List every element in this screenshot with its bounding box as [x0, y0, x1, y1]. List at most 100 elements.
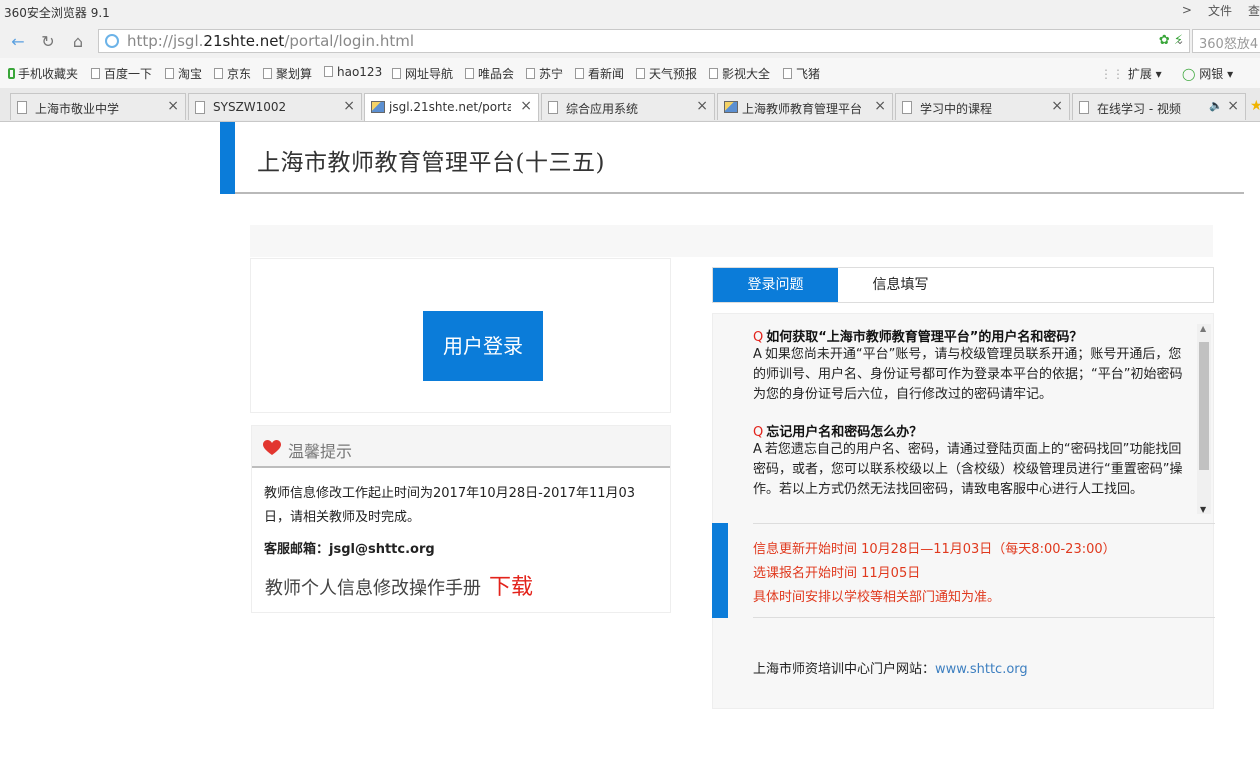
page-icon: [575, 68, 584, 79]
browser-tab[interactable]: 学习中的课程 ×: [895, 93, 1070, 120]
portal-link[interactable]: www.shttc.org: [935, 662, 1028, 677]
page-icon: [526, 68, 535, 79]
page-icon: [17, 101, 27, 114]
tips-title: 温馨提示: [288, 442, 353, 461]
page-icon: [214, 68, 223, 79]
page-title: 上海市教师教育管理平台(十三五): [257, 150, 605, 176]
menu-view[interactable]: 查: [1248, 2, 1260, 19]
page-icon: [783, 68, 792, 79]
bookmark-item[interactable]: 唯品会: [465, 65, 514, 82]
bookmark-item[interactable]: 看新闻: [575, 65, 624, 82]
page-icon: [392, 68, 401, 79]
bookmark-item[interactable]: 百度一下: [91, 65, 152, 82]
login-button[interactable]: 用户登录: [423, 311, 543, 381]
security-icon[interactable]: ✿: [1159, 33, 1170, 48]
faq-answer: A 若您遗忘自己的用户名、密码，请通过登陆页面上的“密码找回”功能找回密码，或者，…: [753, 442, 1183, 497]
tab-info-fill[interactable]: 信息填写: [838, 268, 963, 302]
image-icon: [724, 101, 738, 113]
address-url[interactable]: http://jsgl.21shte.net/portal/login.html: [127, 32, 414, 50]
close-icon[interactable]: ×: [696, 98, 708, 114]
browser-tab[interactable]: 上海教师教育管理平台 ×: [717, 93, 893, 120]
header-accent-bar: [220, 122, 235, 194]
download-link[interactable]: 下载: [489, 575, 533, 600]
manual-line: 教师个人信息修改操作手册 下载: [265, 569, 533, 601]
bookmark-item[interactable]: 淘宝: [165, 65, 202, 82]
home-icon[interactable]: ⌂: [66, 30, 90, 54]
page-icon: [1079, 101, 1089, 114]
page-icon: [548, 101, 558, 114]
browser-tab[interactable]: 上海市敬业中学 ×: [10, 93, 186, 120]
bookmark-item[interactable]: 聚划算: [263, 65, 312, 82]
notice-accent-bar: [712, 523, 728, 618]
faq-scrollbar[interactable]: ▲ ▼: [1197, 324, 1211, 514]
chevron-down-icon[interactable]: ⌄: [1170, 30, 1190, 52]
navigation-bar: ← ↻ ⌂ http://jsgl.21shte.net/portal/logi…: [0, 26, 1260, 58]
close-icon[interactable]: ×: [1227, 98, 1239, 114]
page-icon: [165, 68, 174, 79]
site-icon: [105, 34, 119, 48]
close-icon[interactable]: ×: [167, 98, 179, 114]
faq-list[interactable]: Q 如何获取“上海市教师教育管理平台”的用户名和密码？ A 如果您尚未开通“平台”账…: [753, 324, 1199, 518]
page-icon: [263, 68, 272, 79]
scroll-thumb[interactable]: [1199, 342, 1209, 470]
close-icon[interactable]: ×: [1051, 98, 1063, 114]
header-divider: [235, 192, 1244, 194]
bookmark-item[interactable]: 天气预报: [636, 65, 697, 82]
notice-line: 信息更新开始时间 10月28日—11月03日（每天8:00-23:00）: [753, 542, 1116, 557]
extend-button[interactable]: ⋮⋮ 扩展 ▾: [1100, 65, 1162, 82]
star-icon[interactable]: ★: [1250, 98, 1260, 114]
browser-tab[interactable]: SYSZW1002 ×: [188, 93, 362, 120]
tips-panel: 温馨提示 教师信息修改工作起止时间为2017年10月28日-2017年11月03…: [251, 425, 671, 613]
app-title: 360安全浏览器 9.1: [4, 6, 110, 20]
portal-line: 上海市师资培训中心门户网站：www.shttc.org: [753, 658, 1028, 677]
speaker-icon[interactable]: 🔈: [1209, 99, 1223, 112]
faq-tabbar: 登录问题 信息填写: [712, 267, 1214, 303]
chevron-right-icon[interactable]: >: [1182, 3, 1192, 17]
tab-login-questions[interactable]: 登录问题: [713, 268, 838, 302]
scroll-down-icon[interactable]: ▼: [1200, 505, 1206, 514]
reload-icon[interactable]: ↻: [36, 30, 60, 54]
bookmark-item[interactable]: 网址导航: [392, 65, 453, 82]
divider: [753, 523, 1215, 524]
shield-icon: ◯: [1182, 67, 1200, 81]
close-icon[interactable]: ×: [343, 98, 355, 114]
page-icon: [636, 68, 645, 79]
portal-label: 上海市师资培训中心门户网站：: [753, 662, 936, 677]
close-icon[interactable]: ×: [874, 98, 886, 114]
window-titlebar: 360安全浏览器 9.1 > 文件 查: [0, 0, 1260, 26]
bookmark-item[interactable]: 飞猪: [783, 65, 820, 82]
page-icon: [902, 101, 912, 114]
bookmark-item[interactable]: 苏宁: [526, 65, 563, 82]
menu-file[interactable]: 文件: [1208, 2, 1232, 19]
page-icon: [465, 68, 474, 79]
bank-button[interactable]: ◯ 网银 ▾: [1182, 65, 1233, 82]
page-icon: [324, 66, 333, 77]
bookmark-item[interactable]: 京东: [214, 65, 251, 82]
tab-strip: 上海市敬业中学 × SYSZW1002 × jsgl.21shte.net/po…: [0, 88, 1260, 122]
close-icon[interactable]: ×: [520, 98, 532, 114]
back-icon[interactable]: ←: [6, 30, 30, 54]
bookmark-item[interactable]: hao123: [324, 65, 382, 79]
bookmark-item[interactable]: 影视大全: [709, 65, 770, 82]
faq-question: Q 忘记用户名和密码怎么办？: [753, 425, 923, 440]
tips-text: 教师信息修改工作起止时间为2017年10月28日-2017年11月03日，请相关…: [264, 486, 636, 525]
support-email: 客服邮箱：jsgl@shttc.org: [264, 542, 435, 557]
browser-tab-active[interactable]: jsgl.21shte.net/portal/ ×: [364, 93, 539, 121]
schedule-notice: 信息更新开始时间 10月28日—11月03日（每天8:00-23:00） 选课报…: [753, 538, 1116, 610]
image-icon: [371, 101, 385, 113]
browser-tab[interactable]: 综合应用系统 ×: [541, 93, 715, 120]
heart-icon: [263, 440, 281, 455]
bookmarks-bar: 手机收藏夹 百度一下 淘宝 京东 聚划算 hao123 网址导航 唯品会 苏宁 …: [0, 58, 1260, 89]
browser-tab[interactable]: 在线学习 - 视频 🔈 ×: [1072, 93, 1246, 120]
faq-answer: A 如果您尚未开通“平台”账号，请与校级管理员联系开通；账号开通后，您的师训号、用…: [753, 347, 1183, 402]
faq-question: Q 如何获取“上海市教师教育管理平台”的用户名和密码？: [753, 330, 1083, 345]
notice-line: 选课报名开始时间 11月05日: [753, 566, 921, 581]
search-input[interactable]: 360怒放4: [1192, 29, 1260, 53]
bookmark-item[interactable]: 手机收藏夹: [8, 65, 78, 82]
grid-icon: ⋮⋮: [1100, 67, 1128, 81]
scroll-up-icon[interactable]: ▲: [1200, 324, 1206, 333]
address-bar[interactable]: http://jsgl.21shte.net/portal/login.html…: [98, 29, 1190, 53]
divider: [753, 617, 1215, 618]
tips-header: 温馨提示: [252, 426, 670, 468]
phone-icon: [8, 68, 15, 79]
